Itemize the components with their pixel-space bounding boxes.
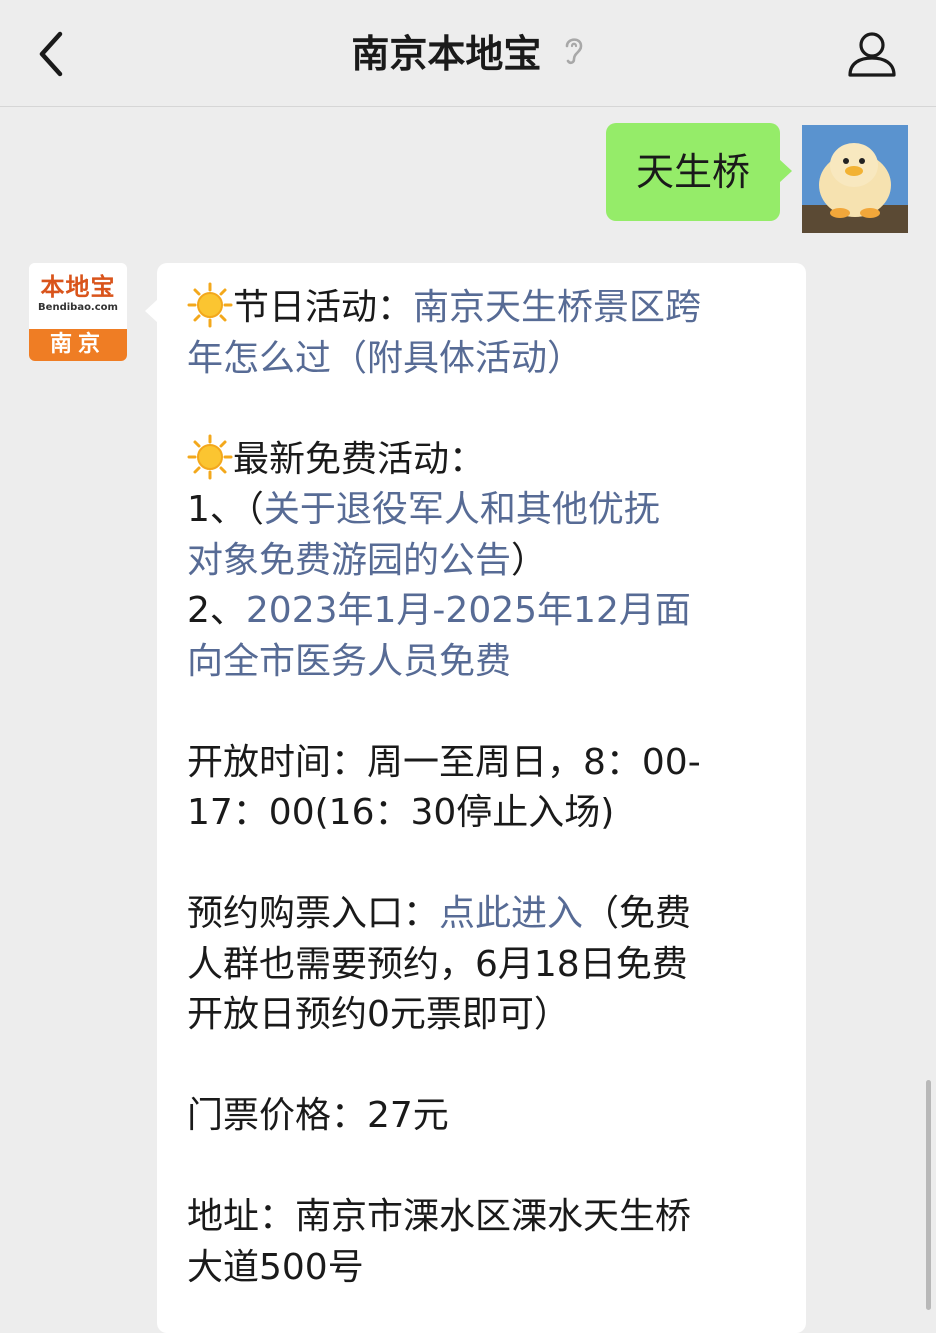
free-header-text: 最新免费活动： — [233, 438, 486, 480]
logo-city: 南京 — [29, 329, 127, 361]
sun-icon — [187, 282, 233, 328]
address: 地址：南京市溧水区溧水天生桥 — [187, 1196, 692, 1237]
veterans-notice-link[interactable]: 关于退役军人和其他优抚 — [264, 489, 660, 530]
navigation-bar: 南京本地宝 — [0, 0, 936, 107]
opening-hours: 开放时间：周一至周日，8：00- — [187, 741, 701, 783]
opening-hours-continued: 17：00(16：30停止入场) — [187, 792, 615, 833]
user-avatar[interactable] — [802, 125, 908, 233]
medical-staff-link-continued[interactable]: 向全市医务人员免费 — [187, 641, 511, 682]
user-message-bubble[interactable]: 天生桥 — [605, 123, 793, 221]
ear-icon — [563, 28, 585, 80]
festival-link[interactable]: 南京天生桥景区跨 — [413, 287, 701, 328]
sun-icon — [187, 434, 233, 480]
festival-line-2: 年怎么过（附具体活动） — [187, 334, 780, 385]
booking-line: 预约购票入口：点此进入（免费 — [187, 889, 780, 940]
festival-line: 节日活动：南京天生桥景区跨 — [187, 282, 780, 334]
scrollbar[interactable] — [926, 1080, 931, 1310]
booking-note: （免费 — [583, 893, 692, 934]
free-activities-header: 最新免费活动： — [187, 434, 780, 486]
bendibao-logo: 本地宝 Bendibao.com — [29, 263, 127, 329]
item2-prefix: 2、 — [187, 590, 246, 631]
booking-note-line-2: 人群也需要预约，6月18日免费 — [187, 943, 688, 985]
veterans-notice-link-continued[interactable]: 对象免费游园的公告 — [187, 540, 511, 581]
profile-button[interactable] — [846, 28, 898, 80]
address-continued: 大道500号 — [187, 1246, 364, 1288]
logo-subtext: Bendibao.com — [38, 302, 118, 313]
free-item-2-continued: 向全市医务人员免费 — [187, 637, 780, 688]
item1-prefix: 1、（ — [187, 489, 264, 530]
medical-staff-link[interactable]: 2023年1月-2025年12月面 — [246, 590, 691, 631]
ticket-price: 门票价格：27元 — [187, 1095, 449, 1136]
user-message-text: 天生桥 — [635, 150, 750, 194]
festival-label: 节日活动： — [233, 287, 414, 328]
logo-text: 本地宝 — [40, 273, 116, 301]
booking-link[interactable]: 点此进入 — [439, 893, 583, 934]
free-item-1: 1、（关于退役军人和其他优抚 — [187, 485, 780, 536]
free-item-1-continued: 对象免费游园的公告） — [187, 536, 780, 587]
person-icon — [848, 32, 896, 77]
free-item-2: 2、2023年1月-2025年12月面 — [187, 586, 780, 637]
bot-message-bubble: 节日活动：南京天生桥景区跨 年怎么过（附具体活动） 最新免费活动： 1、（关于退… — [145, 263, 806, 1333]
festival-link-continued[interactable]: 年怎么过（附具体活动） — [187, 338, 583, 379]
bot-avatar[interactable]: 本地宝 Bendibao.com 南京 — [29, 263, 127, 361]
chat-title-text: 南京本地宝 — [351, 32, 542, 76]
item1-suffix: ） — [511, 539, 548, 581]
booking-label: 预约购票入口： — [187, 893, 440, 934]
booking-note-line-3: 开放日预约0元票即可） — [187, 994, 570, 1035]
chat-title: 南京本地宝 — [0, 28, 936, 80]
